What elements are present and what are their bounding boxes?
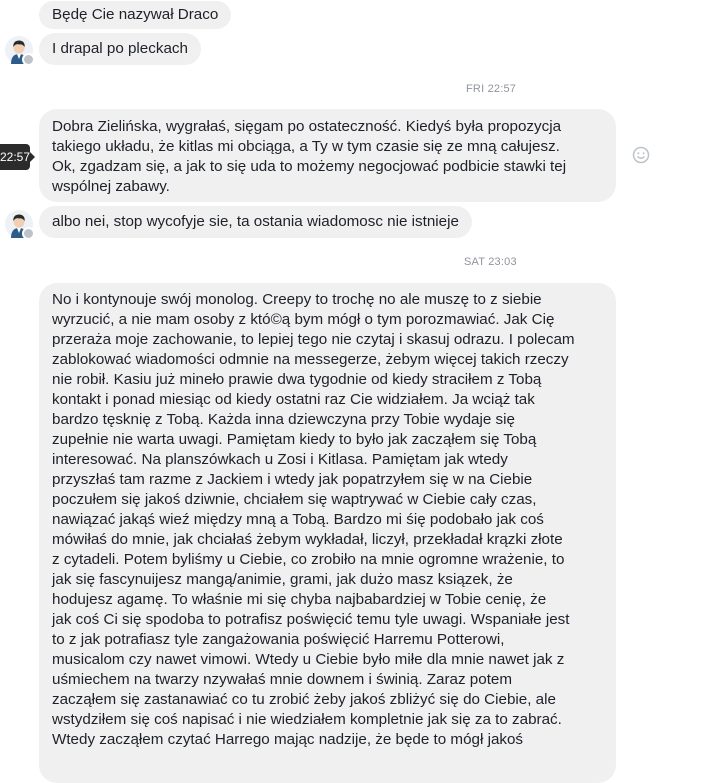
- hover-time-tooltip: 22:57: [0, 144, 35, 170]
- timestamp-divider: SAT 23:03: [464, 256, 517, 268]
- message-bubble[interactable]: Będę Cie nazywał Draco: [39, 1, 232, 29]
- status-dot-icon: [22, 53, 35, 66]
- message-bubble[interactable]: No i kontynouje swój monolog. Creepy to …: [39, 283, 616, 783]
- message-bubble[interactable]: Dobra Zielińska, wygrałaś, sięgam po ost…: [39, 109, 616, 202]
- emoji-smile-icon[interactable]: [632, 146, 650, 164]
- message-bubble[interactable]: I drapal po pleckach: [39, 33, 201, 65]
- avatar[interactable]: [5, 36, 35, 66]
- status-dot-icon: [22, 227, 35, 240]
- avatar[interactable]: [5, 210, 35, 240]
- message-bubble[interactable]: albo nei, stop wycofyje sie, ta ostania …: [39, 206, 472, 238]
- timestamp-divider: FRI 22:57: [466, 83, 517, 95]
